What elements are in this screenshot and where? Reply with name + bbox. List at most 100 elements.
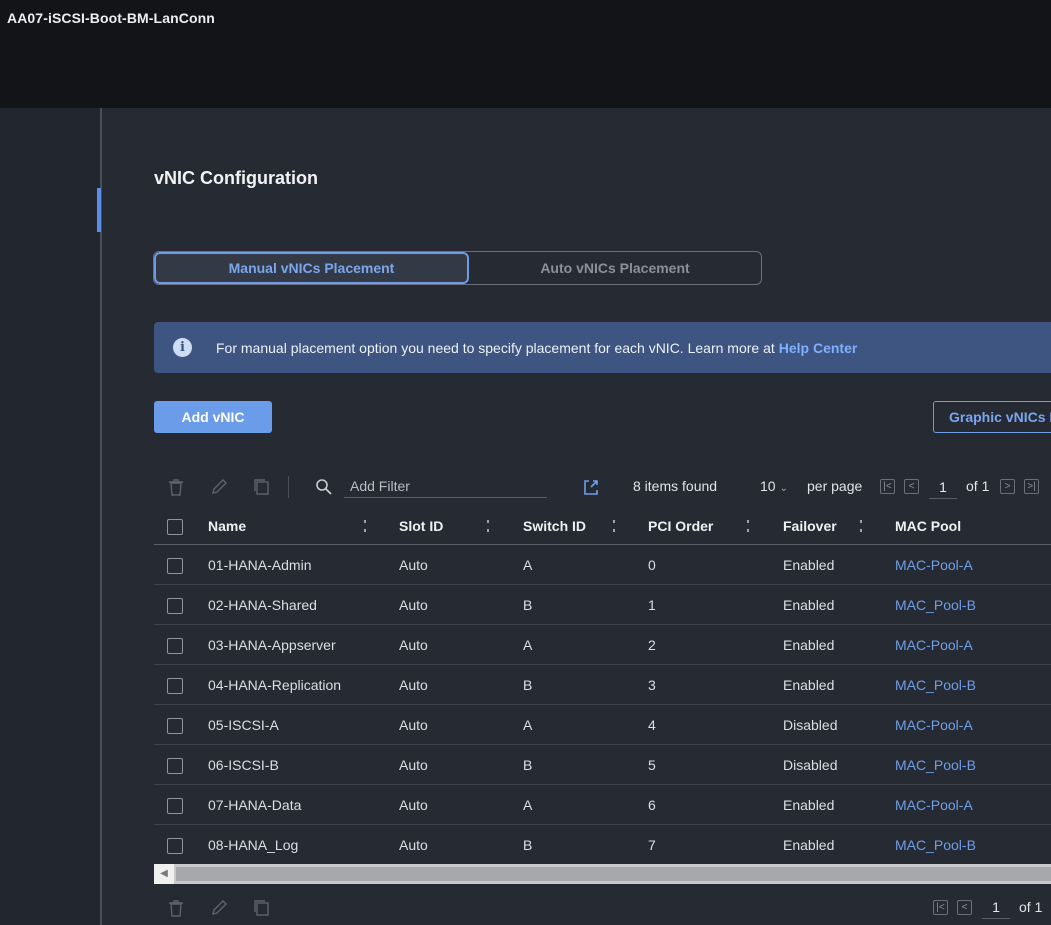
table-row[interactable]: 05-ISCSI-A Auto A 4 Disabled MAC-Pool-A — [154, 705, 1051, 745]
cell-name: 07-HANA-Data — [208, 797, 302, 813]
table-body: 01-HANA-Admin Auto A 0 Enabled MAC-Pool-A 02-H… — [154, 545, 1051, 865]
info-icon: i — [173, 338, 192, 357]
add-filter-input[interactable] — [344, 474, 547, 498]
cell-failover: Enabled — [783, 677, 835, 693]
cell-mac-pool[interactable]: MAC-Pool-A — [895, 717, 973, 733]
row-checkbox[interactable] — [167, 638, 183, 654]
title-bar: AA07-iSCSI-Boot-BM-LanConn — [0, 0, 1051, 108]
row-checkbox[interactable] — [167, 758, 183, 774]
row-checkbox[interactable] — [167, 558, 183, 574]
cell-name: 08-HANA_Log — [208, 837, 299, 853]
table-row[interactable]: 07-HANA-Data Auto A 6 Enabled MAC-Pool-A — [154, 785, 1051, 825]
edit-icon[interactable] — [210, 899, 228, 917]
column-header-mac-pool[interactable]: MAC Pool — [895, 518, 961, 534]
cell-pci-order: 2 — [648, 637, 656, 653]
table-toolbar: 8 items found 10⌄ per page |< < of 1 > >… — [154, 470, 1051, 504]
sort-icon[interactable] — [361, 519, 369, 533]
column-header-switch-id[interactable]: Switch ID — [523, 518, 586, 534]
trash-icon[interactable] — [167, 899, 185, 917]
prev-page-icon[interactable]: < — [904, 479, 919, 494]
cell-failover: Enabled — [783, 597, 835, 613]
placement-toggle: Manual vNICs Placement Auto vNICs Placem… — [153, 251, 762, 285]
cell-mac-pool[interactable]: MAC-Pool-A — [895, 797, 973, 813]
column-header-pci-order[interactable]: PCI Order — [648, 518, 713, 534]
cell-name: 06-ISCSI-B — [208, 757, 279, 773]
auto-placement-option[interactable]: Auto vNICs Placement — [469, 252, 761, 284]
horizontal-scrollbar[interactable]: ◀ — [154, 864, 1051, 884]
row-checkbox[interactable] — [167, 718, 183, 734]
copy-icon[interactable] — [253, 899, 271, 917]
table-row[interactable]: 01-HANA-Admin Auto A 0 Enabled MAC-Pool-A — [154, 545, 1051, 585]
cell-mac-pool[interactable]: MAC_Pool-B — [895, 837, 976, 853]
cell-slot-id: Auto — [399, 757, 428, 773]
cell-pci-order: 6 — [648, 797, 656, 813]
scroll-left-icon[interactable]: ◀ — [154, 864, 174, 884]
nav-active-indicator — [97, 188, 101, 232]
info-banner-text: For manual placement option you need to … — [216, 340, 857, 356]
row-checkbox[interactable] — [167, 838, 183, 854]
cell-mac-pool[interactable]: MAC-Pool-A — [895, 637, 973, 653]
column-header-failover[interactable]: Failover — [783, 518, 837, 534]
table-header: Name Slot ID Switch ID PCI Order Failove… — [154, 508, 1051, 545]
row-checkbox[interactable] — [167, 678, 183, 694]
scrollbar-thumb[interactable] — [176, 867, 1051, 881]
cell-switch-id: B — [523, 597, 533, 613]
cell-pci-order: 4 — [648, 717, 656, 733]
bottom-page-number-input[interactable] — [982, 896, 1010, 919]
sort-icon[interactable] — [744, 519, 752, 533]
page-number-input[interactable] — [929, 476, 957, 499]
select-all-checkbox[interactable] — [167, 519, 183, 535]
prev-page-icon[interactable]: < — [957, 900, 972, 915]
column-header-name[interactable]: Name — [208, 518, 246, 534]
column-header-slot-id[interactable]: Slot ID — [399, 518, 443, 534]
cell-pci-order: 3 — [648, 677, 656, 693]
cell-failover: Enabled — [783, 637, 835, 653]
cell-switch-id: A — [523, 557, 533, 573]
per-page-label: per page — [807, 478, 863, 494]
last-page-icon[interactable]: >| — [1024, 479, 1039, 494]
cell-pci-order: 7 — [648, 837, 656, 853]
graphic-vnics-editor-button[interactable]: Graphic vNICs Editor — [933, 401, 1051, 433]
sort-icon[interactable] — [484, 519, 492, 533]
cell-slot-id: Auto — [399, 637, 428, 653]
edit-icon[interactable] — [210, 478, 228, 496]
cell-mac-pool[interactable]: MAC_Pool-B — [895, 757, 976, 773]
sort-icon[interactable] — [857, 519, 865, 533]
chevron-down-icon: ⌄ — [779, 483, 788, 494]
cell-failover: Disabled — [783, 717, 838, 733]
sort-icon[interactable] — [610, 519, 618, 533]
cell-slot-id: Auto — [399, 557, 428, 573]
cell-mac-pool[interactable]: MAC_Pool-B — [895, 677, 976, 693]
cell-name: 05-ISCSI-A — [208, 717, 279, 733]
trash-icon[interactable] — [167, 478, 185, 496]
copy-icon[interactable] — [253, 478, 271, 496]
table-row[interactable]: 06-ISCSI-B Auto B 5 Disabled MAC_Pool-B — [154, 745, 1051, 785]
row-checkbox[interactable] — [167, 598, 183, 614]
help-center-link[interactable]: Help Center — [779, 340, 858, 356]
page-of-label: of 1 — [966, 478, 990, 494]
cell-slot-id: Auto — [399, 717, 428, 733]
next-page-icon[interactable]: > — [1000, 479, 1015, 494]
cell-mac-pool[interactable]: MAC-Pool-A — [895, 557, 973, 573]
table-row[interactable]: 04-HANA-Replication Auto B 3 Enabled MAC_Pool… — [154, 665, 1051, 705]
cell-slot-id: Auto — [399, 797, 428, 813]
cell-failover: Enabled — [783, 837, 835, 853]
bottom-toolbar: |< < of 1 — [154, 890, 1051, 925]
manual-placement-option[interactable]: Manual vNICs Placement — [154, 252, 469, 284]
table-row[interactable]: 02-HANA-Shared Auto B 1 Enabled MAC_Pool-B — [154, 585, 1051, 625]
left-navigation — [0, 108, 102, 925]
search-icon — [314, 477, 334, 497]
table-row[interactable]: 03-HANA-Appserver Auto A 2 Enabled MAC-Pool-A — [154, 625, 1051, 665]
row-checkbox[interactable] — [167, 798, 183, 814]
per-page-select[interactable]: 10 ⌄ — [760, 478, 788, 494]
table-row[interactable]: 08-HANA_Log Auto B 7 Enabled MAC_Pool-B — [154, 825, 1051, 865]
cell-failover: Enabled — [783, 797, 835, 813]
export-icon[interactable] — [581, 477, 601, 497]
first-page-icon[interactable]: |< — [933, 900, 948, 915]
vnic-table: Name Slot ID Switch ID PCI Order Failove… — [154, 508, 1051, 865]
cell-name: 01-HANA-Admin — [208, 557, 312, 573]
cell-failover: Enabled — [783, 557, 835, 573]
cell-mac-pool[interactable]: MAC_Pool-B — [895, 597, 976, 613]
first-page-icon[interactable]: |< — [880, 479, 895, 494]
add-vnic-button[interactable]: Add vNIC — [154, 401, 272, 433]
